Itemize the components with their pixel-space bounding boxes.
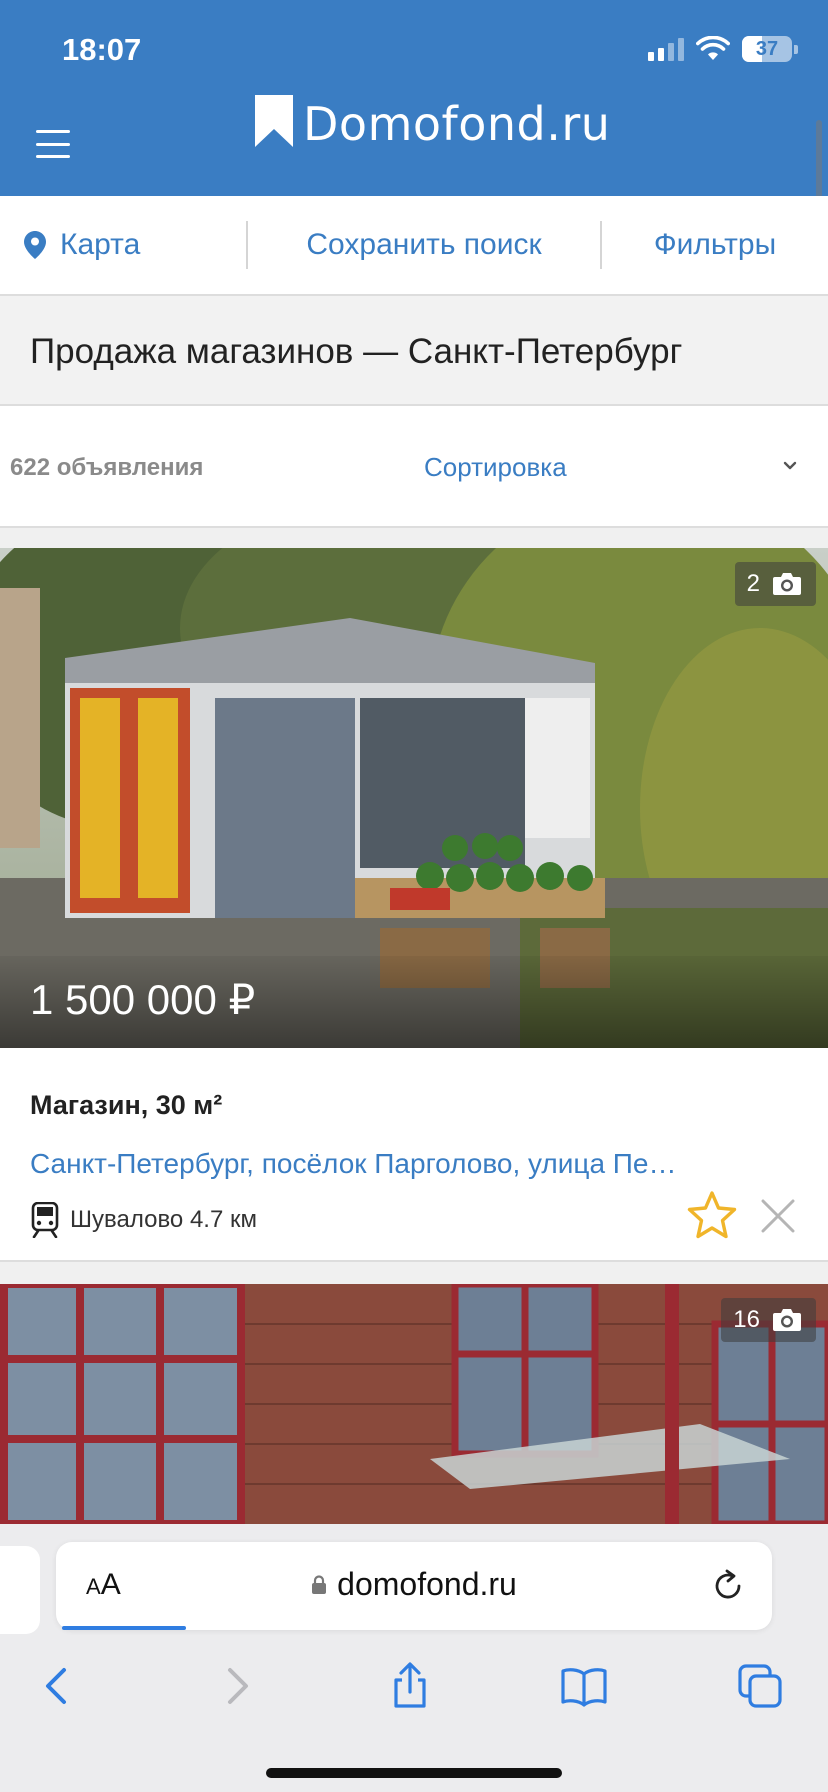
app-header: 18:07 37 Domofond.ru	[0, 0, 828, 224]
share-icon[interactable]	[386, 1662, 434, 1710]
page-title: Продажа магазинов — Санкт-Петербург	[30, 332, 683, 371]
listing-photo[interactable]: 2 1 500 000 ₽	[0, 548, 828, 1048]
logo-text: Domofond.ru	[303, 97, 611, 151]
back-icon[interactable]	[34, 1662, 82, 1710]
home-indicator	[266, 1768, 562, 1778]
star-icon[interactable]	[686, 1190, 738, 1240]
lock-icon	[312, 1574, 327, 1594]
logo-mark-icon	[255, 95, 293, 147]
listing-price: 1 500 000 ₽	[30, 976, 256, 1023]
listing-address[interactable]: Санкт-Петербург, посёлок Парголово, улиц…	[30, 1148, 677, 1180]
brick-building-photo	[0, 1284, 828, 1524]
bookmarks-icon[interactable]	[560, 1662, 608, 1710]
action-bar: Карта Сохранить поиск Фильтры	[0, 196, 828, 296]
results-count: 622 объявления	[10, 454, 204, 481]
reload-icon[interactable]	[710, 1568, 746, 1604]
chevron-down-icon[interactable]	[782, 458, 798, 474]
save-search-button[interactable]: Сохранить поиск	[248, 196, 600, 294]
camera-icon	[773, 573, 801, 595]
battery-percentage: 37	[755, 37, 779, 60]
camera-icon	[773, 1309, 801, 1331]
sort-dropdown[interactable]: Сортировка	[424, 452, 567, 483]
previous-tab-preview[interactable]	[0, 1546, 40, 1634]
save-search-label: Сохранить поиск	[306, 228, 542, 261]
listing-title[interactable]: Магазин, 30 м²	[30, 1090, 222, 1121]
cellular-signal-icon	[648, 37, 684, 61]
battery-icon: 37	[742, 36, 792, 62]
status-time: 18:07	[62, 32, 142, 67]
title-band: Продажа магазинов — Санкт-Петербург	[0, 296, 828, 406]
photo-count: 16	[733, 1306, 760, 1333]
menu-icon[interactable]	[36, 130, 70, 158]
wifi-icon	[696, 36, 730, 60]
listing-photo[interactable]: 16	[0, 1284, 828, 1524]
map-button-label: Карта	[60, 228, 141, 261]
map-button[interactable]: Карта	[0, 196, 246, 294]
photo-count-badge: 16	[721, 1298, 816, 1342]
close-icon[interactable]	[760, 1198, 796, 1234]
train-icon	[31, 1202, 59, 1238]
filters-button[interactable]: Фильтры	[602, 196, 828, 294]
photo-count: 2	[746, 570, 760, 597]
tabs-icon[interactable]	[736, 1662, 784, 1710]
list-gap	[0, 1262, 828, 1284]
status-icons: 37	[648, 36, 798, 62]
map-pin-icon	[24, 231, 46, 259]
listing-card-info[interactable]: Магазин, 30 м² Санкт-Петербург, посёлок …	[0, 1048, 828, 1262]
url-display[interactable]: domofond.ru	[56, 1566, 772, 1603]
filters-label: Фильтры	[653, 228, 777, 261]
listing-metro: Шувалово 4.7 км	[30, 1202, 257, 1238]
metro-label: Шувалово 4.7 км	[70, 1206, 257, 1233]
battery-tip	[794, 44, 798, 54]
results-bar: 622 объявления Сортировка	[0, 406, 828, 528]
site-logo[interactable]: Domofond.ru	[255, 95, 610, 147]
browser-tab-bar	[0, 1654, 828, 1734]
photo-count-badge: 2	[734, 562, 816, 606]
list-gap	[0, 528, 828, 548]
page-load-progress	[62, 1626, 186, 1630]
forward-icon[interactable]	[212, 1662, 260, 1710]
browser-toolbar: AA domofond.ru	[0, 1524, 828, 1792]
url-text: domofond.ru	[337, 1566, 517, 1602]
address-bar[interactable]: AA domofond.ru	[56, 1542, 772, 1630]
